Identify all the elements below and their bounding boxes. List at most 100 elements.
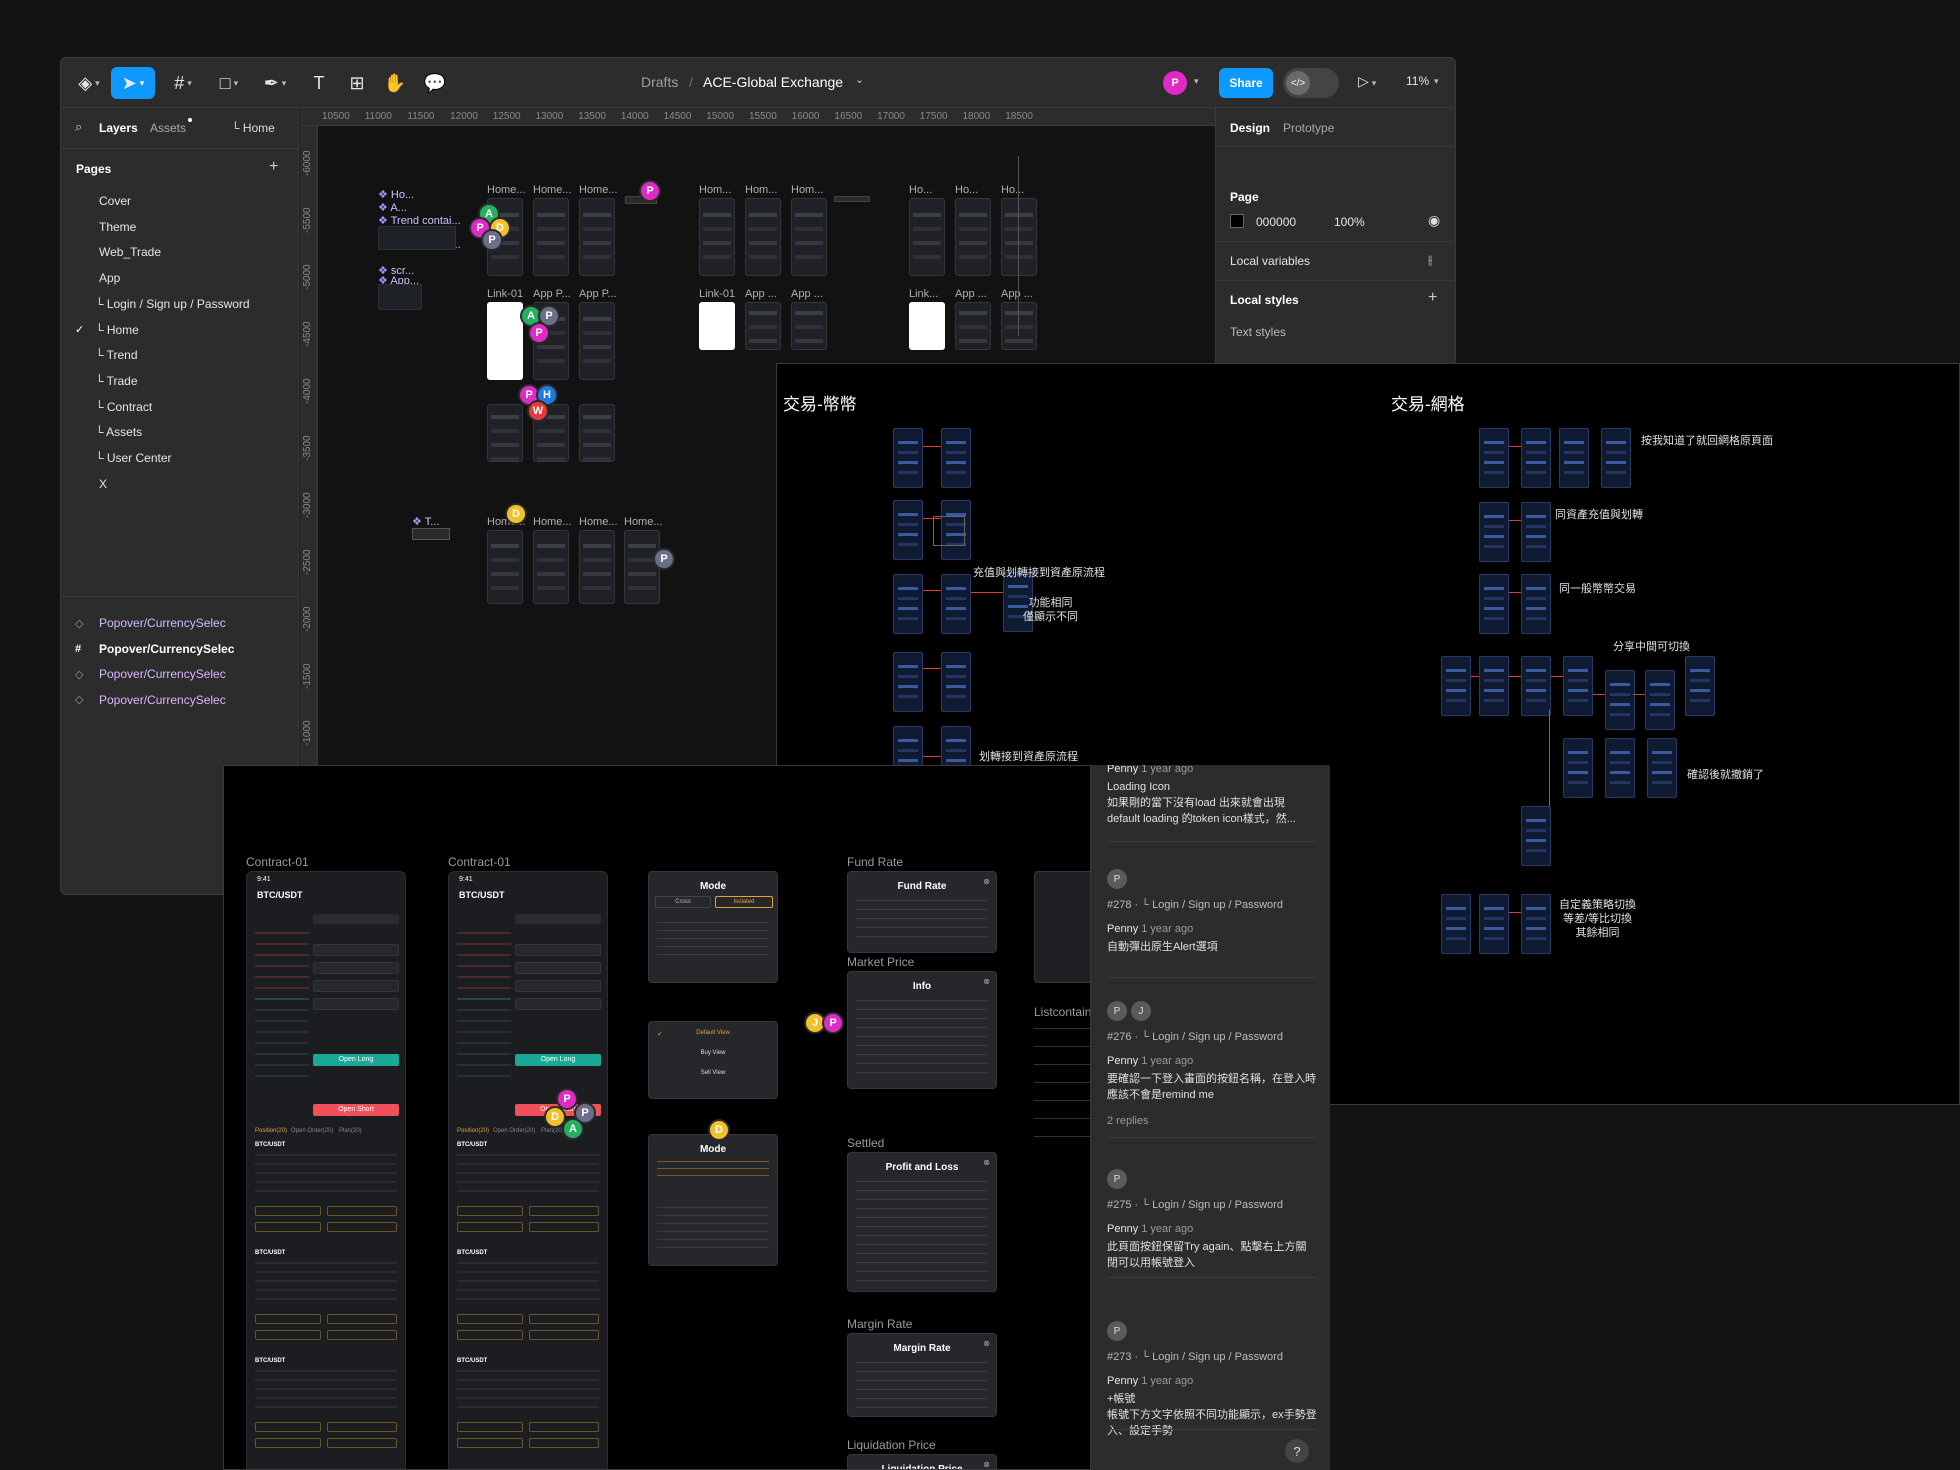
add-page-icon[interactable]: + <box>269 158 278 176</box>
flow-screen[interactable] <box>1521 574 1551 634</box>
lightning-close-button[interactable] <box>529 1438 599 1448</box>
frame-label[interactable]: Home... <box>624 516 663 528</box>
close-position-button[interactable] <box>255 1222 321 1232</box>
frame-home[interactable] <box>579 198 615 276</box>
play-icon[interactable]: ▷ ▾ <box>1358 73 1376 90</box>
adjust-margin-button[interactable] <box>457 1422 523 1432</box>
flow-screen[interactable] <box>1647 738 1677 798</box>
flow-screen[interactable] <box>1521 428 1551 488</box>
open-long-button[interactable]: Open Long <box>313 1054 399 1066</box>
tp-sl-button[interactable] <box>529 1422 599 1432</box>
frame-label[interactable]: Ho... <box>955 184 978 196</box>
add-style-icon[interactable]: + <box>1428 289 1437 307</box>
frame-home[interactable] <box>1001 198 1037 276</box>
lightning-close-button[interactable] <box>327 1330 397 1340</box>
frame-label[interactable]: App ... <box>1001 288 1033 300</box>
search-icon[interactable]: ⌕ <box>75 119 82 135</box>
local-variables-button[interactable]: Local variables <box>1230 254 1310 268</box>
frame-link[interactable] <box>699 302 735 350</box>
order-input[interactable] <box>515 962 601 974</box>
contract-screen[interactable]: 9:41BTC/USDTOpen LongOpen ShortPosition(… <box>246 871 406 1469</box>
frame-label[interactable]: Link-01 <box>699 288 735 300</box>
frame-app[interactable] <box>791 302 827 350</box>
frame-label[interactable]: App ... <box>955 288 987 300</box>
flow-screen[interactable] <box>1605 738 1635 798</box>
flow-screen[interactable] <box>1479 656 1509 716</box>
tp-sl-button[interactable] <box>529 1314 599 1324</box>
comment-thread-location[interactable]: #273 · └ Login / Sign up / Password <box>1107 1351 1283 1363</box>
close-icon[interactable]: ⊗ <box>983 1460 990 1469</box>
flow-screen[interactable] <box>1601 428 1631 488</box>
collaborator-avatar[interactable]: P <box>653 548 675 570</box>
frame-label[interactable]: Ho... <box>1001 184 1024 196</box>
open-long-button[interactable]: Open Long <box>515 1054 601 1066</box>
tp-sl-button[interactable] <box>327 1422 397 1432</box>
flow-screen[interactable] <box>1563 656 1593 716</box>
frame-label[interactable]: Hom... <box>699 184 731 196</box>
frame-label[interactable]: Link-01 <box>487 288 523 300</box>
comment-thread-location[interactable]: #276 · └ Login / Sign up / Password <box>1107 1031 1283 1043</box>
flow-screen[interactable] <box>1441 894 1471 954</box>
collaborator-avatar[interactable]: P <box>481 229 503 251</box>
info-card[interactable]: Info ⊗ <box>847 971 997 1089</box>
share-button[interactable]: Share <box>1219 68 1273 98</box>
flow-screen[interactable] <box>1563 738 1593 798</box>
flow-screen[interactable] <box>1685 656 1715 716</box>
frame-label[interactable]: Ho... <box>909 184 932 196</box>
info-card[interactable]: Profit and Loss ⊗ <box>847 1152 997 1292</box>
move-tool-button[interactable]: ➤ ▾ <box>111 67 155 99</box>
info-card[interactable]: Margin Rate ⊗ <box>847 1333 997 1417</box>
frame-label[interactable]: App P... <box>579 288 617 300</box>
dev-mode-toggle[interactable]: </> <box>1283 68 1339 98</box>
frame-label[interactable]: App ... <box>791 288 823 300</box>
order-input[interactable] <box>515 998 601 1010</box>
order-input[interactable] <box>515 944 601 956</box>
shape-tool-button[interactable]: □ ▾ <box>207 67 251 99</box>
chevron-down-icon[interactable]: ▾ <box>1434 76 1439 87</box>
layer-item[interactable]: ❖ Ho... <box>378 188 414 201</box>
frame-app[interactable] <box>487 404 523 462</box>
flow-screen[interactable] <box>1441 656 1471 716</box>
close-icon[interactable]: ⊗ <box>983 977 990 986</box>
lightning-close-button[interactable] <box>529 1330 599 1340</box>
flow-screen[interactable] <box>1479 428 1509 488</box>
frame-app[interactable] <box>1001 302 1037 350</box>
flow-screen[interactable] <box>1479 502 1509 562</box>
flow-screen[interactable] <box>1479 574 1509 634</box>
flow-screen[interactable] <box>1479 894 1509 954</box>
collaborator-avatar[interactable]: A <box>562 1118 584 1140</box>
flow-screen[interactable] <box>1645 670 1675 730</box>
open-orders-tab[interactable]: Open Order(20) <box>291 1128 333 1134</box>
frame-label[interactable]: Hom... <box>791 184 823 196</box>
view-menu[interactable]: ✓ Default View Buy View Sell View <box>648 1021 778 1099</box>
comment-tool-button[interactable]: 💬 <box>413 67 457 99</box>
close-icon[interactable]: ⊗ <box>983 877 990 886</box>
close-position-button[interactable] <box>457 1438 523 1448</box>
flow-screen[interactable] <box>1521 656 1551 716</box>
tab-design[interactable]: Design <box>1230 121 1270 135</box>
mode-sheet[interactable]: Mode Cross Isolated <box>648 871 778 983</box>
frame-tool-button[interactable]: # ▾ <box>161 67 205 99</box>
frame-label[interactable]: App P... <box>533 288 571 300</box>
close-icon[interactable]: ⊗ <box>983 1158 990 1167</box>
open-orders-tab[interactable]: Open Order(20) <box>493 1128 535 1134</box>
open-short-button[interactable]: Open Short <box>313 1104 399 1116</box>
main-menu-button[interactable]: ◈ ▾ <box>67 67 111 99</box>
layer-item[interactable]: ❖ T... <box>412 515 439 528</box>
info-card[interactable]: Liquidation Price ⊗ <box>847 1454 997 1469</box>
adjust-margin-button[interactable] <box>255 1422 321 1432</box>
lightning-close-button[interactable] <box>327 1438 397 1448</box>
mode-option-isolated[interactable]: Isolated <box>715 896 773 908</box>
flow-screen[interactable] <box>941 652 971 712</box>
frame-home[interactable] <box>533 198 569 276</box>
positions-tab[interactable]: Position(20) <box>457 1128 489 1134</box>
contract-screen[interactable]: 9:41BTC/USDTOpen LongOpen ShortPosition(… <box>448 871 608 1469</box>
flow-screen[interactable] <box>1521 502 1551 562</box>
frame-label[interactable]: Home... <box>579 184 618 196</box>
frame-link[interactable] <box>909 302 945 350</box>
order-input[interactable] <box>313 944 399 956</box>
plan-tab[interactable]: Plan(20) <box>541 1128 564 1134</box>
tab-prototype[interactable]: Prototype <box>1283 121 1334 135</box>
page-color-swatch[interactable] <box>1230 214 1244 228</box>
flow-screen[interactable] <box>1559 428 1589 488</box>
